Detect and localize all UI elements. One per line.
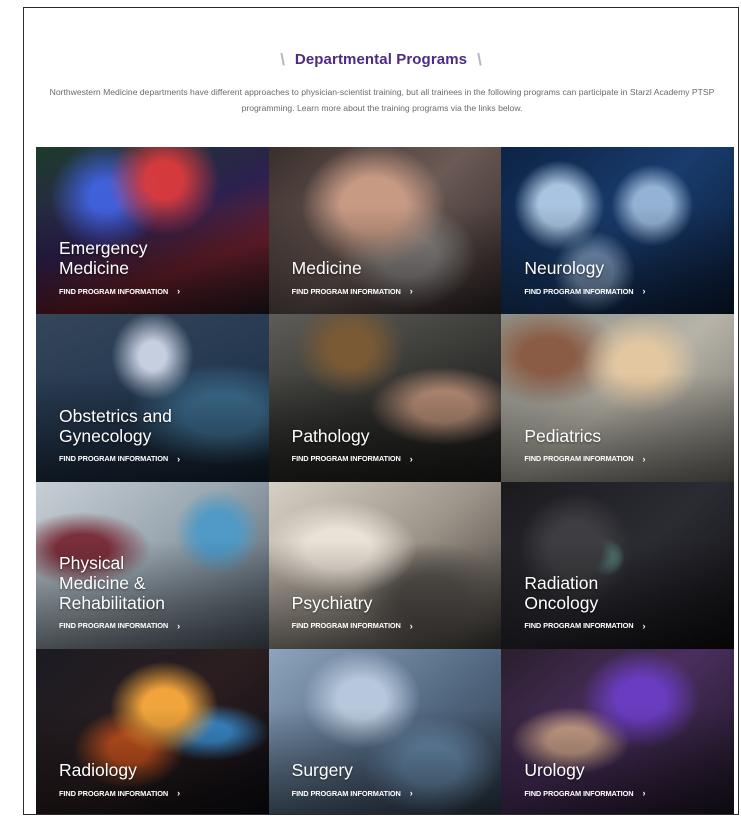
program-label: Medicine [291,258,362,279]
program-tile-surgery[interactable]: Surgery FIND PROGRAM INFORMATION › [268,648,502,814]
find-program-link-text: FIND PROGRAM INFORMATION [524,454,634,463]
decorative-slash-left: \ [280,49,285,69]
program-tile-psychiatry[interactable]: Psychiatry FIND PROGRAM INFORMATION › [268,481,502,649]
find-program-link-text: FIND PROGRAM INFORMATION [524,621,634,631]
program-label: Psychiatry [291,592,373,613]
chevron-right-icon: › [177,453,181,464]
find-program-link[interactable]: FIND PROGRAM INFORMATION › [524,454,645,464]
section-title: Departmental Programs [294,50,468,68]
program-tile-obstetrics-gynecology[interactable]: Obstetrics and Gynecology FIND PROGRAM I… [36,314,269,482]
find-program-link[interactable]: FIND PROGRAM INFORMATION › [292,788,413,798]
program-label: Radiation Oncology [524,572,599,613]
program-label: Pathology [291,425,370,446]
find-program-link-text: FIND PROGRAM INFORMATION [291,286,401,296]
chevron-right-icon: › [177,286,181,297]
chevron-right-icon: › [409,620,413,631]
find-program-link[interactable]: FIND PROGRAM INFORMATION › [524,788,645,798]
find-program-link-text: FIND PROGRAM INFORMATION [291,788,401,798]
program-label: Emergency Medicine [59,238,148,279]
find-program-link[interactable]: FIND PROGRAM INFORMATION › [59,621,180,631]
find-program-link-text: FIND PROGRAM INFORMATION [59,286,169,296]
find-program-link[interactable]: FIND PROGRAM INFORMATION › [524,286,645,296]
program-tile-medicine[interactable]: Medicine FIND PROGRAM INFORMATION › [268,147,502,315]
program-label: Surgery [291,760,353,780]
find-program-link-text: FIND PROGRAM INFORMATION [59,788,169,798]
program-label: Physical Medicine & Rehabilitation [59,552,166,613]
find-program-link-text: FIND PROGRAM INFORMATION [524,788,634,798]
program-tile-neurology[interactable]: Neurology FIND PROGRAM INFORMATION › [501,147,734,315]
find-program-link[interactable]: FIND PROGRAM INFORMATION › [292,286,413,296]
program-tile-radiology[interactable]: Radiology FIND PROGRAM INFORMATION › [36,648,269,814]
find-program-link-text: FIND PROGRAM INFORMATION [524,286,634,296]
program-label: Urology [524,760,585,780]
program-label: Obstetrics and Gynecology [59,405,172,446]
program-label: Pediatrics [524,425,602,446]
find-program-link[interactable]: FIND PROGRAM INFORMATION › [59,788,180,798]
chevron-right-icon: › [409,286,413,297]
section-intro: Northwestern Medicine departments have d… [49,87,715,113]
program-tile-urology[interactable]: Urology FIND PROGRAM INFORMATION › [501,648,734,814]
decorative-slash-right: \ [477,49,482,69]
chevron-right-icon: › [642,620,646,631]
program-tile-pediatrics[interactable]: Pediatrics FIND PROGRAM INFORMATION › [501,314,734,482]
find-program-link-text: FIND PROGRAM INFORMATION [291,621,401,631]
program-tile-pathology[interactable]: Pathology FIND PROGRAM INFORMATION › [268,314,502,482]
find-program-link[interactable]: FIND PROGRAM INFORMATION › [524,621,645,631]
program-label: Neurology [524,258,605,279]
program-tile-radiation-oncology[interactable]: Radiation Oncology FIND PROGRAM INFORMAT… [501,481,734,649]
chevron-right-icon: › [642,788,646,798]
program-tile-emergency-medicine[interactable]: Emergency Medicine FIND PROGRAM INFORMAT… [36,147,269,315]
find-program-link[interactable]: FIND PROGRAM INFORMATION › [59,286,180,296]
find-program-link[interactable]: FIND PROGRAM INFORMATION › [292,621,413,631]
program-grid: Emergency Medicine FIND PROGRAM INFORMAT… [36,147,734,814]
program-label: Radiology [59,760,137,780]
find-program-link-text: FIND PROGRAM INFORMATION [291,454,401,463]
page-frame: \ Departmental Programs \ Northwestern M… [23,7,739,815]
chevron-right-icon: › [177,788,181,798]
find-program-link-text: FIND PROGRAM INFORMATION [59,621,169,631]
find-program-link-text: FIND PROGRAM INFORMATION [59,454,169,463]
section-heading: \ Departmental Programs \ [24,46,738,72]
find-program-link[interactable]: FIND PROGRAM INFORMATION › [292,454,413,464]
chevron-right-icon: › [642,286,646,297]
chevron-right-icon: › [177,620,181,631]
chevron-right-icon: › [409,453,413,464]
chevron-right-icon: › [642,453,646,464]
find-program-link[interactable]: FIND PROGRAM INFORMATION › [59,454,180,464]
program-tile-physical-medicine-rehabilitation[interactable]: Physical Medicine & Rehabilitation FIND … [36,481,269,649]
chevron-right-icon: › [409,788,413,798]
